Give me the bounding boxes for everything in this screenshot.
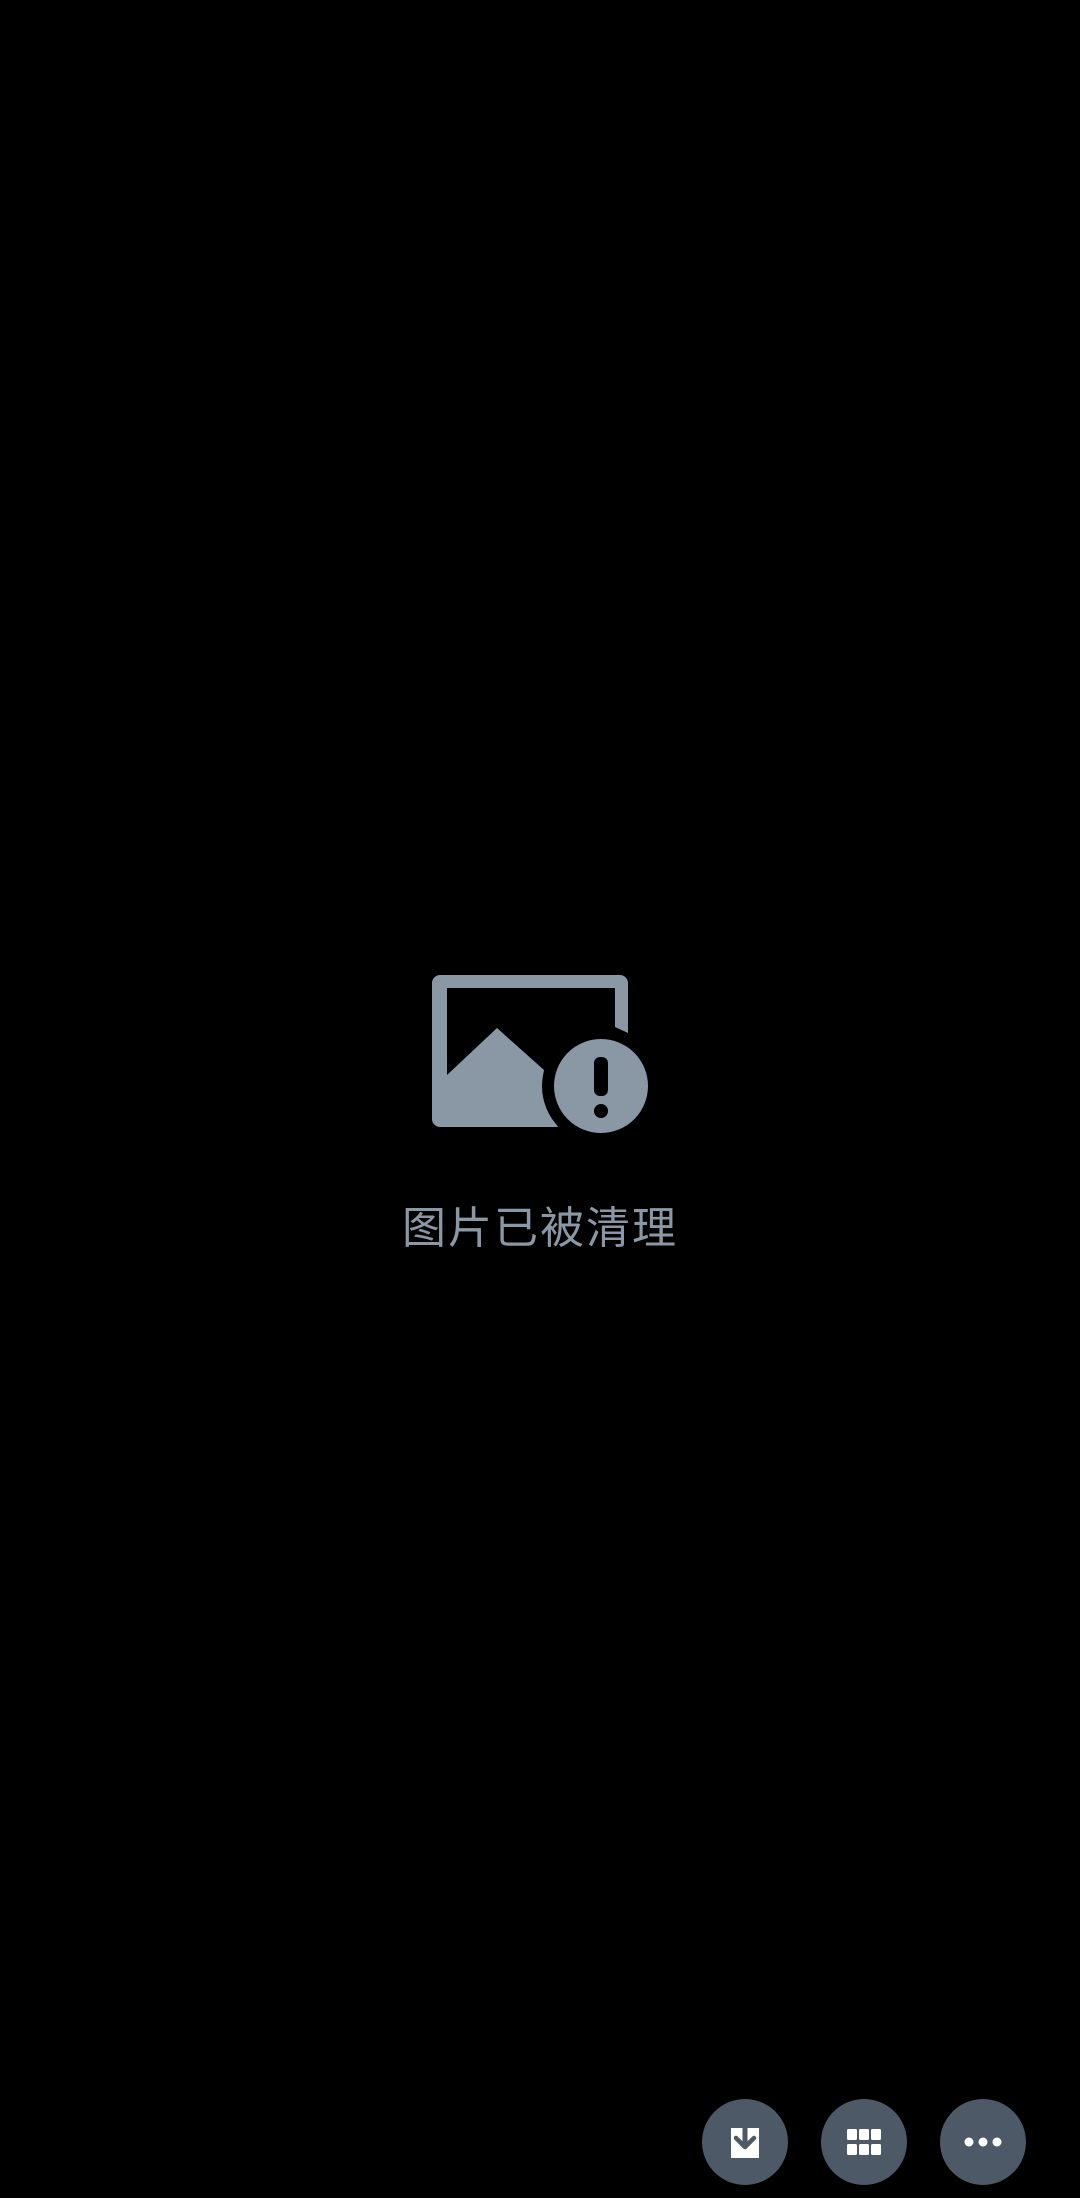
more-horizontal-icon bbox=[964, 2137, 1002, 2147]
grid-view-button[interactable] bbox=[821, 2099, 907, 2185]
grid-icon bbox=[847, 2129, 881, 2155]
image-cleared-message: 图片已被清理 bbox=[402, 1203, 678, 1254]
download-button[interactable] bbox=[702, 2099, 788, 2185]
download-icon bbox=[731, 2124, 759, 2158]
broken-image-warning-icon bbox=[432, 975, 650, 1135]
image-viewer: 图片已被清理 bbox=[0, 0, 1080, 2198]
more-options-button[interactable] bbox=[940, 2099, 1026, 2185]
